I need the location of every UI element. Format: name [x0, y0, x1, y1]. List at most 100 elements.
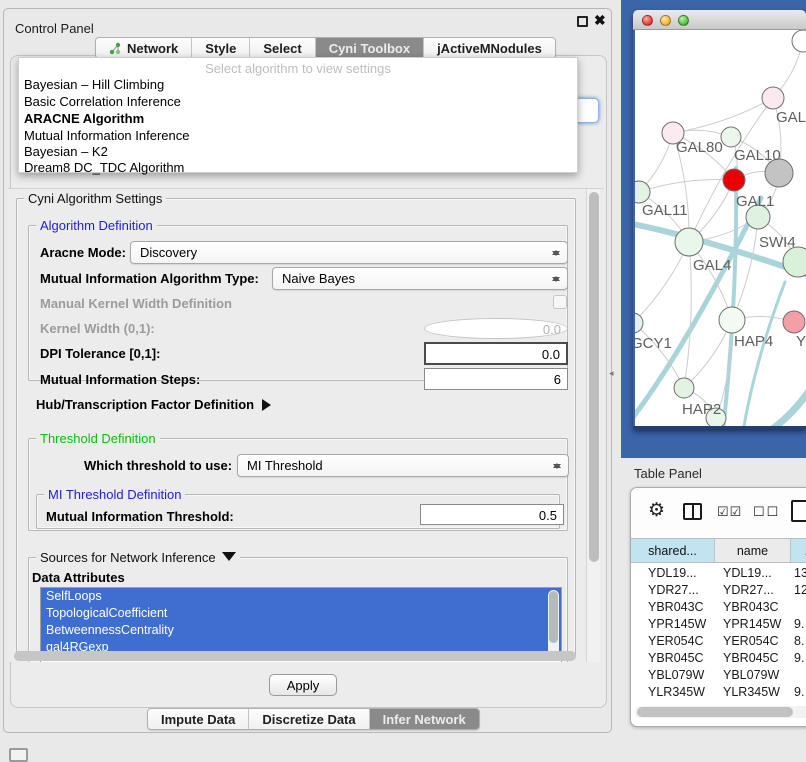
cell-shared-name: YDL19...	[631, 566, 715, 580]
hub-definition-label: Hub/Transcription Factor Definition	[36, 397, 254, 412]
cell-name: YDL19...	[715, 566, 791, 580]
manual-kernel-width-checkbox[interactable]	[553, 295, 567, 309]
network-node[interactable]	[792, 30, 806, 52]
column-header-shared-name[interactable]: shared...	[631, 539, 715, 562]
tab-discretize-data[interactable]: Discretize Data	[249, 709, 369, 729]
select-all-checkboxes-icon[interactable]: ☑☑	[717, 504, 742, 520]
mi-threshold-label: Mutual Information Threshold:	[46, 509, 234, 524]
dropdown-prompt: Select algorithm to view settings	[19, 61, 577, 76]
network-node[interactable]	[762, 87, 784, 109]
mi-threshold-field[interactable]: 0.5	[420, 504, 564, 525]
attribute-item-selected[interactable]: SelfLoops	[41, 588, 561, 605]
table-row[interactable]: YBL079WYBL079W	[631, 666, 806, 683]
network-node[interactable]	[783, 311, 805, 333]
attributes-scrollbar-thumb[interactable]	[549, 591, 558, 643]
gear-icon[interactable]: ⚙	[648, 499, 665, 522]
cell-shared-name: YBR045C	[631, 651, 715, 665]
table-horizontal-scrollbar[interactable]	[635, 706, 806, 718]
table-row[interactable]: YIL052CYIL052C9.	[631, 700, 806, 704]
tab-impute-data[interactable]: Impute Data	[148, 709, 249, 729]
threshold-definition-title: Threshold Definition	[36, 431, 160, 446]
dropdown-item[interactable]: Bayesian – K2	[24, 144, 108, 159]
inference-algorithm-combobox-fragment[interactable]	[576, 98, 599, 123]
tab-select[interactable]: Select	[250, 38, 315, 58]
network-node[interactable]	[719, 307, 745, 333]
close-window-icon[interactable]	[642, 15, 653, 26]
settings-vertical-scrollbar-thumb[interactable]	[589, 192, 599, 562]
attribute-item-selected[interactable]: BetweennessCentrality	[41, 622, 561, 639]
network-node-label: GAL10	[734, 147, 781, 164]
column-layout-icon[interactable]	[683, 503, 702, 520]
table-row[interactable]: YLR345WYLR345W9.	[631, 683, 806, 700]
dropdown-item[interactable]: Basic Correlation Inference	[24, 94, 181, 109]
aracne-mode-label: Aracne Mode:	[40, 245, 126, 260]
dropdown-item-selected[interactable]: ARACNE Algorithm	[24, 111, 144, 126]
zoom-window-icon[interactable]	[678, 15, 689, 26]
table-row[interactable]: YER054CYER054C8.	[631, 632, 806, 649]
cell-shared-name: YLR345W	[631, 685, 715, 699]
network-node[interactable]	[723, 169, 745, 191]
kernel-width-field[interactable]: 0.0	[424, 318, 568, 339]
mi-steps-field[interactable]: 6	[424, 368, 568, 390]
cell-name: YBR045C	[715, 651, 791, 665]
column-header-partial[interactable]: A	[791, 539, 806, 562]
tab-cyni-toolbox[interactable]: Cyni Toolbox	[316, 38, 424, 58]
table-row[interactable]: YDL19...YDL19...13	[631, 564, 806, 581]
network-node[interactable]	[674, 378, 694, 398]
dropdown-item[interactable]: Dream8 DC_TDC Algorithm	[24, 160, 184, 175]
deselect-all-checkboxes-icon[interactable]: ☐☐	[753, 504, 780, 520]
tab-jactivemnodules[interactable]: jActiveMNodules	[424, 38, 555, 58]
stepper-arrows-icon	[551, 246, 560, 260]
apply-button[interactable]: Apply	[269, 674, 337, 696]
cell-name: YDR27...	[715, 583, 791, 597]
attribute-item-selected[interactable]: TopologicalCoefficient	[41, 605, 561, 622]
which-threshold-combobox[interactable]: MI Threshold	[237, 454, 569, 477]
cell-name: YPR145W	[715, 617, 791, 631]
settings-horizontal-scrollbar-thumb[interactable]	[14, 651, 576, 661]
close-panel-icon[interactable]: ✖	[594, 12, 606, 29]
tab-infer-network[interactable]: Infer Network	[370, 709, 479, 729]
network-window-titlebar[interactable]	[633, 10, 806, 30]
float-window-icon[interactable]	[577, 16, 588, 27]
tab-style[interactable]: Style	[192, 38, 250, 58]
table-horizontal-scrollbar-thumb[interactable]	[637, 707, 793, 717]
network-canvas-svg[interactable]: GALGAL80GAL10GAL11GAL1SWI4GAL4GCY1HAP4YH…	[635, 30, 806, 426]
minimize-window-icon[interactable]	[660, 15, 671, 26]
tab-network[interactable]: Network	[96, 38, 192, 58]
network-window: GALGAL80GAL10GAL11GAL1SWI4GAL4GCY1HAP4YH…	[633, 10, 806, 429]
dropdown-item[interactable]: Bayesian – Hill Climbing	[24, 77, 164, 92]
column-header-name[interactable]: name	[715, 539, 791, 562]
network-node[interactable]	[675, 228, 703, 256]
splitter-collapse-icon[interactable]: ◂	[609, 368, 614, 379]
sources-title: Sources for Network Inference	[40, 550, 216, 565]
cyni-algorithm-settings-title: Cyni Algorithm Settings	[24, 191, 166, 206]
network-node[interactable]	[721, 127, 741, 147]
settings-vertical-scrollbar[interactable]	[586, 189, 600, 662]
cell-value: 9.	[791, 702, 804, 705]
dpi-tolerance-field[interactable]: 0.0	[424, 342, 568, 365]
cell-value: 9.	[791, 651, 804, 665]
tab-impute-data-label: Impute Data	[161, 712, 235, 727]
sources-toggle[interactable]: Sources for Network Inference	[36, 550, 240, 568]
dropdown-item[interactable]: Mutual Information Inference	[24, 128, 189, 143]
table-row[interactable]: YBR045CYBR045C9.	[631, 649, 806, 666]
attributes-scrollbar[interactable]	[548, 590, 559, 660]
network-node-label: HAP4	[734, 333, 773, 350]
network-node[interactable]	[783, 247, 806, 277]
hub-definition-toggle[interactable]: Hub/Transcription Factor Definition	[36, 397, 277, 412]
network-node[interactable]	[635, 181, 650, 203]
network-canvas[interactable]: GALGAL80GAL10GAL11GAL1SWI4GAL4GCY1HAP4YH…	[635, 30, 806, 426]
aracne-mode-combobox[interactable]: Discovery	[130, 241, 568, 264]
network-node[interactable]	[635, 313, 643, 333]
mi-algorithm-type-combobox[interactable]: Naive Bayes	[272, 267, 568, 290]
table-panel-title: Table Panel	[634, 466, 702, 481]
mi-threshold-definition-title: MI Threshold Definition	[44, 487, 185, 502]
document-icon[interactable]	[791, 500, 806, 522]
cell-shared-name: YPR145W	[631, 617, 715, 631]
aracne-mode-value: Discovery	[140, 245, 197, 260]
minimized-panel-icon[interactable]	[9, 748, 28, 762]
table-row[interactable]: YBR043CYBR043C	[631, 598, 806, 615]
table-row[interactable]: YDR27...YDR27...12	[631, 581, 806, 598]
algorithm-dropdown-popup: Select algorithm to view settings Bayesi…	[18, 57, 578, 173]
table-row[interactable]: YPR145WYPR145W9.	[631, 615, 806, 632]
